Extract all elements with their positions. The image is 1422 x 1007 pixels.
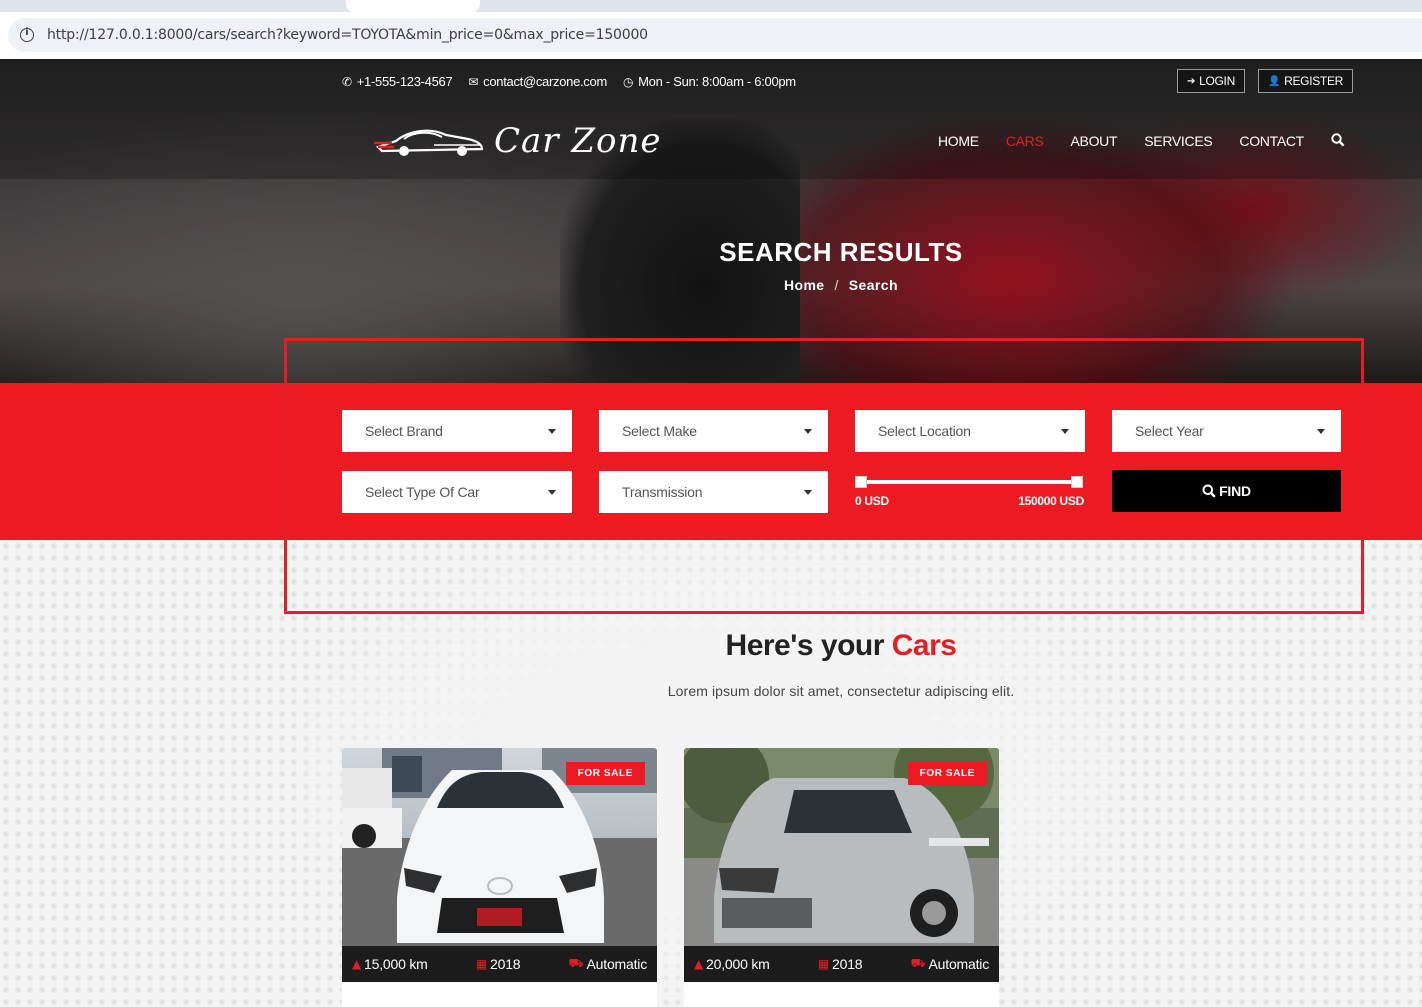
search-icon[interactable] [1331, 133, 1345, 151]
brand-select-label: Select Brand [365, 423, 443, 439]
results-heading: Here's your Cars [0, 629, 1422, 663]
car-specs-bar: ▲ 20,000 km ▦ 2018 ⛟ Automatic [684, 946, 999, 982]
nav-item-cars[interactable]: CARS [1006, 133, 1044, 151]
car-icon: ⛟ [568, 956, 584, 970]
main-nav: HOME CARS ABOUT SERVICES CONTACT [938, 133, 1345, 151]
search-filter-band [0, 383, 1422, 540]
nav-item-about[interactable]: ABOUT [1071, 133, 1118, 151]
car-specs-bar: ▲ 15,000 km ▦ 2018 ⛟ Automatic [342, 946, 657, 982]
price-min-label: 0 USD [855, 494, 889, 508]
price-range-track[interactable] [861, 480, 1077, 484]
transmission-select-label: Transmission [622, 484, 703, 500]
browser-active-tab[interactable] [346, 0, 480, 12]
chevron-down-icon [1317, 428, 1325, 434]
nav-item-contact[interactable]: CONTACT [1239, 133, 1304, 151]
results-heading-highlight: Cars [891, 629, 957, 662]
browser-tab-strip [0, 0, 1422, 12]
car-year: 2018 [832, 956, 863, 972]
search-icon [1202, 484, 1216, 498]
car-icon: ⛟ [910, 956, 926, 970]
chevron-down-icon [1061, 428, 1069, 434]
location-select[interactable]: Select Location [855, 410, 1085, 452]
chevron-down-icon [548, 428, 556, 434]
breadcrumb-current: Search [848, 277, 898, 293]
logo-text: Car Zone [494, 121, 662, 161]
make-select[interactable]: Select Make [599, 410, 828, 452]
car-card[interactable]: FOR SALE ▲ 15,000 km ▦ 2018 ⛟ Automatic [342, 748, 657, 1007]
url-text[interactable]: http://127.0.0.1:8000/cars/search?keywor… [47, 27, 648, 43]
year-select[interactable]: Select Year [1112, 410, 1341, 452]
nav-item-services[interactable]: SERVICES [1144, 133, 1212, 151]
site-logo[interactable]: Car Zone [374, 121, 661, 161]
url-field[interactable]: http://127.0.0.1:8000/cars/search?keywor… [8, 18, 1422, 52]
envelope-icon: ✉ [468, 74, 479, 89]
top-info-bar: ✆ +1-555-123-4567 ✉ contact@carzone.com ◷ M… [342, 74, 796, 89]
price-max-handle[interactable] [1071, 476, 1083, 488]
nav-item-home[interactable]: HOME [938, 133, 979, 151]
calendar-icon: ▦ [475, 957, 488, 971]
find-button[interactable]: FIND [1112, 470, 1341, 512]
car-year: 2018 [490, 956, 521, 972]
opening-hours: Mon - Sun: 8:00am - 6:00pm [638, 74, 796, 89]
price-min-handle[interactable] [855, 476, 867, 488]
page-title: SEARCH RESULTS [719, 237, 963, 267]
price-max-label: 150000 USD [1018, 494, 1084, 508]
location-select-label: Select Location [878, 423, 971, 439]
breadcrumb-separator: / [834, 277, 839, 293]
email-address[interactable]: contact@carzone.com [483, 74, 607, 89]
road-icon: ▲ [352, 957, 362, 971]
chevron-down-icon [804, 428, 812, 434]
car-mileage: 20,000 km [706, 956, 770, 972]
make-select-label: Select Make [622, 423, 697, 439]
clock-icon: ◷ [622, 74, 634, 89]
breadcrumb-home[interactable]: Home [784, 277, 825, 293]
for-sale-badge: FOR SALE [907, 762, 987, 785]
year-select-label: Select Year [1135, 423, 1204, 439]
car-mileage: 15,000 km [364, 956, 428, 972]
phone-number[interactable]: +1-555-123-4567 [357, 74, 453, 89]
calendar-icon: ▦ [817, 957, 830, 971]
transmission-select[interactable]: Transmission [599, 471, 828, 513]
car-logo-icon [374, 129, 484, 156]
results-heading-prefix: Here's your [725, 629, 885, 662]
register-button[interactable]: 👤 REGISTER [1257, 69, 1354, 93]
sign-in-icon: ➔ [1187, 75, 1196, 87]
login-label: LOGIN [1199, 74, 1235, 88]
price-range-slider: 0 USD 150000 USD [855, 476, 1085, 516]
for-sale-badge: FOR SALE [565, 762, 645, 785]
car-type-select[interactable]: Select Type Of Car [342, 471, 572, 513]
site-info-icon[interactable] [20, 27, 34, 42]
car-card[interactable]: FOR SALE ▲ 20,000 km ▦ 2018 ⛟ Automatic [684, 748, 999, 1007]
brand-select[interactable]: Select Brand [342, 410, 572, 452]
browser-address-bar: http://127.0.0.1:8000/cars/search?keywor… [0, 12, 1422, 59]
road-icon: ▲ [694, 957, 704, 971]
breadcrumb: Home / Search [784, 277, 898, 293]
car-transmission: Automatic [586, 956, 648, 972]
find-label: FIND [1219, 483, 1251, 499]
register-label: REGISTER [1284, 74, 1344, 88]
results-subtitle: Lorem ipsum dolor sit amet, consectetur … [667, 683, 1015, 699]
hero-banner: ✆ +1-555-123-4567 ✉ contact@carzone.com ◷ M… [0, 59, 1422, 383]
chevron-down-icon [548, 489, 556, 495]
car-type-select-label: Select Type Of Car [365, 484, 480, 500]
user-icon: 👤 [1267, 75, 1281, 87]
phone-icon: ✆ [342, 74, 352, 89]
login-button[interactable]: ➔ LOGIN [1177, 69, 1245, 93]
car-transmission: Automatic [928, 956, 990, 972]
chevron-down-icon [804, 489, 812, 495]
auth-buttons: ➔ LOGIN 👤 REGISTER [1177, 69, 1354, 93]
